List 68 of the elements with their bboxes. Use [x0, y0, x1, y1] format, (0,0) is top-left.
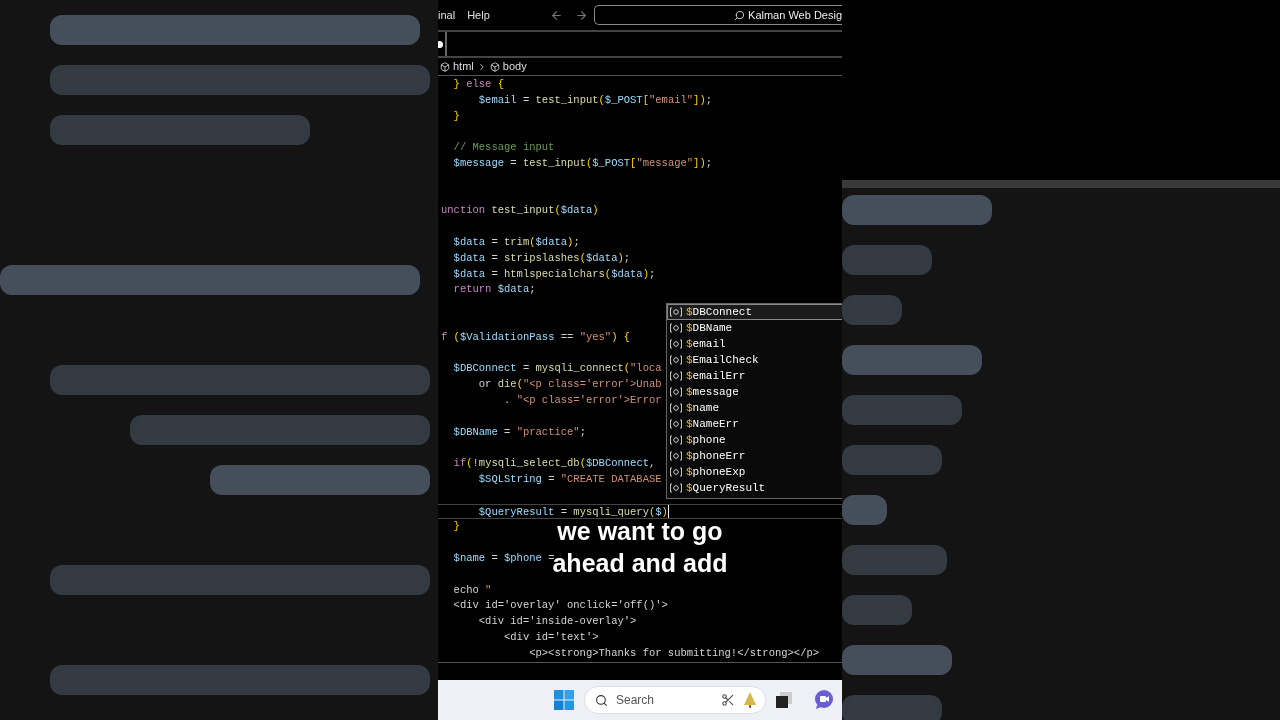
variable-icon	[670, 307, 682, 317]
suggestion-item[interactable]: $name	[667, 400, 842, 416]
code-line: echo "	[452, 582, 492, 598]
code-line: <div id='overlay' onclick='off()'>	[452, 598, 668, 614]
code-line: $data = trim($data);	[452, 234, 580, 250]
text-cursor	[667, 504, 669, 518]
suggestion-item[interactable]: $phone	[667, 432, 842, 448]
code-line: <div id='inside-overlay'>	[477, 614, 637, 630]
scissors-icon	[721, 693, 735, 707]
caption-text: we want to go	[557, 517, 723, 547]
suggestion-item[interactable]: $message	[667, 384, 842, 400]
window-icon[interactable]	[776, 692, 792, 708]
cube-icon	[440, 61, 450, 72]
code-line: return $data;	[452, 282, 536, 298]
code-line: f ($ValidationPass == "yes") {	[440, 329, 631, 345]
code-line: }	[452, 519, 460, 535]
code-line: $DBConnect = mysqli_connect("loca	[452, 361, 662, 377]
variable-icon	[670, 419, 682, 429]
search-icon	[734, 9, 746, 21]
command-center-field[interactable]: Kalman Web Desig	[593, 5, 842, 25]
variable-icon	[670, 323, 682, 333]
code-line: $data = stripslashes($data);	[452, 250, 631, 266]
suggestion-item[interactable]: $phoneErr	[667, 448, 842, 464]
suggestion-item[interactable]: $DBConnect	[667, 304, 842, 320]
menu-item[interactable]: Help	[467, 6, 490, 24]
code-line: }	[452, 108, 460, 124]
code-line: . "<p class='error'>Error	[503, 392, 662, 408]
code-line: $message = test_input($_POST["message"]);	[452, 156, 712, 171]
suggestion-item[interactable]: $NameErr	[667, 416, 842, 432]
code-line: unction test_input($data)	[440, 203, 599, 219]
code-line: // Message input	[452, 140, 555, 156]
taskbar-search-field[interactable]: Search	[584, 686, 766, 714]
code-line: <div id='text'>	[503, 629, 599, 645]
variable-icon	[670, 387, 682, 397]
variable-icon	[670, 451, 682, 461]
code-line: $name = $phone =	[452, 550, 555, 564]
menu-item[interactable]: inal	[438, 6, 456, 24]
variable-icon	[670, 483, 682, 493]
code-line: $SQLString = "CREATE DATABASE	[477, 471, 662, 487]
cube-icon	[489, 61, 500, 72]
forward-arrow-icon[interactable]	[574, 8, 588, 22]
variable-icon	[670, 435, 682, 445]
code-line: $DBName = "practice";	[452, 424, 586, 440]
code-line: <p><strong>Thanks for submitting!</strong></p>	[528, 645, 820, 661]
chat-icon[interactable]	[814, 690, 834, 710]
tree-icon	[743, 692, 757, 708]
code-line: $QueryResult = mysqli_query($)	[477, 504, 668, 519]
variable-icon	[670, 339, 682, 349]
suggestion-item[interactable]: $DBName	[667, 320, 842, 336]
variable-icon	[670, 467, 682, 477]
code-line: $email = test_input($_POST["email"]);	[477, 92, 712, 108]
search-icon	[595, 693, 608, 707]
code-line: } else {	[452, 77, 505, 92]
code-line: if(!mysqli_select_db($DBConnect,	[452, 456, 656, 472]
suggestion-item[interactable]: $QueryResult	[667, 480, 842, 496]
back-arrow-icon[interactable]	[549, 8, 563, 22]
suggestion-item[interactable]: $EmailCheck	[667, 352, 842, 368]
breadcrumb-item[interactable]: body	[502, 58, 527, 75]
code-line: or die("<p class='error'>Unab	[477, 377, 662, 393]
caption-text: ahead and add	[552, 548, 728, 579]
code-line: $data = htmlspecialchars($data);	[452, 266, 656, 282]
breadcrumb-item[interactable]: html	[453, 58, 474, 75]
suggestion-item[interactable]: $phoneExp	[667, 464, 842, 480]
variable-icon	[670, 371, 682, 381]
suggestion-item[interactable]: $emailErr	[667, 368, 842, 384]
variable-icon	[670, 403, 682, 413]
suggestion-item[interactable]: $email	[667, 336, 842, 352]
variable-icon	[670, 355, 682, 365]
